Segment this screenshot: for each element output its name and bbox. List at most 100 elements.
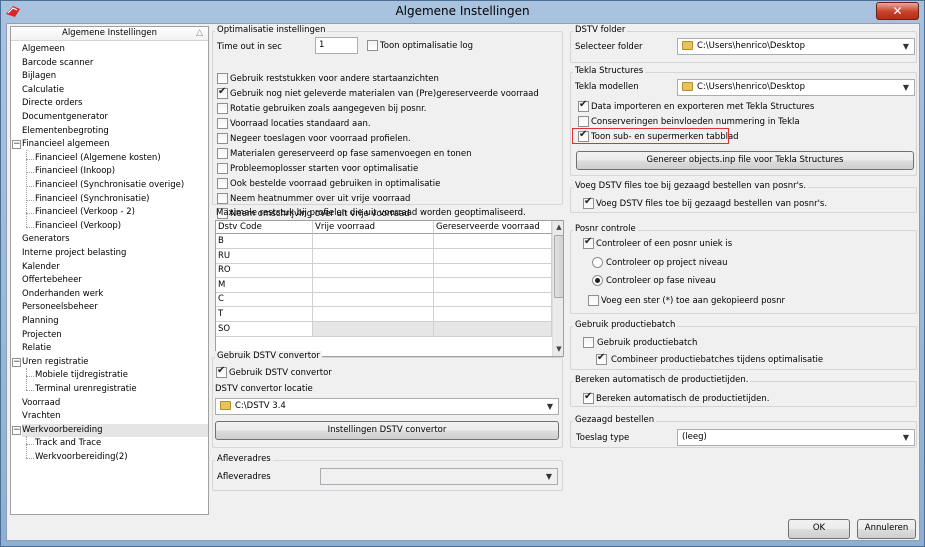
grid-value-cell[interactable]	[434, 263, 552, 279]
tree-item[interactable]: Barcode scanner	[22, 57, 93, 70]
tree-item[interactable]: Mobiele tijdregistratie	[35, 369, 128, 382]
grid-value-cell[interactable]	[434, 292, 552, 308]
grid-value-cell[interactable]	[313, 307, 434, 322]
scroll-down-icon[interactable]: ▼	[553, 343, 563, 356]
phase-level-radio[interactable]	[592, 275, 603, 286]
tree-item[interactable]: Elementenbegroting	[22, 125, 109, 138]
tree-item[interactable]: Terminal urenregistratie	[35, 383, 137, 396]
option-label: Rotatie gebruiken zoals aangegeven bij p…	[230, 104, 427, 114]
collapse-icon[interactable]: −	[12, 425, 21, 435]
grid-value-cell[interactable]	[313, 248, 434, 264]
tree-item[interactable]: Track and Trace	[35, 437, 101, 450]
grid-column-header[interactable]: Gereserveerde voorraad	[434, 221, 552, 234]
option-checkbox[interactable]	[217, 86, 228, 99]
tree-item[interactable]: Werkvoorbereiding(2)	[35, 451, 128, 464]
option-checkbox[interactable]	[217, 148, 228, 159]
collapse-icon[interactable]: −	[12, 357, 21, 367]
tree-connector	[26, 444, 34, 446]
tree-item[interactable]: Financieel (Verkoop)	[35, 220, 121, 233]
grid-scrollbar[interactable]: ▲ ▼	[552, 221, 563, 356]
tree-item[interactable]: Financieel (Inkoop)	[35, 165, 115, 178]
tree-item[interactable]: Interne project belasting	[22, 247, 126, 260]
voeg-dstv-checkbox[interactable]	[583, 196, 594, 209]
option-label: Gebruik reststukken voor andere startaan…	[230, 74, 439, 84]
use-dstv-checkbox[interactable]	[216, 365, 227, 378]
option-checkbox[interactable]	[217, 103, 228, 114]
settings-tree[interactable]: Algemene Instellingen △ Algemeen Barcode s…	[10, 26, 209, 515]
tree-item[interactable]: Relatie	[22, 342, 51, 355]
production-time-checkbox[interactable]	[583, 391, 594, 404]
tree-item[interactable]: Calculatie	[22, 84, 64, 97]
grid-value-cell[interactable]	[313, 234, 434, 249]
tree-header[interactable]: Algemene Instellingen △	[11, 27, 208, 41]
dstv-settings-button[interactable]: Instellingen DSTV convertor	[215, 421, 559, 440]
ok-button[interactable]: OK	[788, 519, 850, 539]
grid-value-cell[interactable]	[313, 277, 434, 293]
tekla-checkbox[interactable]	[578, 99, 589, 112]
tree-item[interactable]: Generators	[22, 233, 70, 246]
tree-item[interactable]: Financieel (Synchronisatie overige)	[35, 179, 184, 192]
option-checkbox[interactable]	[217, 163, 228, 174]
add-star-checkbox[interactable]	[588, 295, 599, 306]
option-checkbox[interactable]	[217, 118, 228, 129]
tree-item[interactable]: Directe orders	[22, 97, 82, 110]
tree-item[interactable]: Vrachten	[22, 410, 61, 423]
title-bar: Algemene Instellingen ✕	[1, 1, 924, 23]
log-checkbox[interactable]	[367, 40, 378, 51]
dstv-location-label: DSTV convertor locatie	[215, 384, 313, 394]
close-button[interactable]: ✕	[876, 2, 919, 20]
dstv-location-combo[interactable]: C:\DSTV 3.4 ▼	[215, 398, 559, 415]
collapse-icon[interactable]: −	[12, 140, 21, 150]
tree-item[interactable]: Projecten	[22, 329, 62, 342]
tree-item[interactable]: Bijlagen	[22, 70, 56, 83]
dstv-folder-combo[interactable]: C:\Users\henrico\Desktop ▼	[677, 38, 915, 55]
tree-item[interactable]: Kalender	[22, 261, 60, 274]
timeout-input[interactable]: 1	[315, 37, 358, 54]
option-checkbox[interactable]	[217, 73, 228, 84]
grid-value-cell[interactable]	[313, 263, 434, 279]
scroll-up-icon[interactable]: ▲	[553, 221, 563, 234]
tree-item[interactable]: Financieel (Synchronisatie)	[35, 193, 150, 206]
tree-item[interactable]: Werkvoorbereiding	[22, 423, 208, 437]
tree-item[interactable]: Financieel (Verkoop - 2)	[35, 206, 135, 219]
grid-value-cell[interactable]	[313, 321, 434, 337]
tekla-models-combo[interactable]: C:\Users\henrico\Desktop ▼	[677, 79, 915, 96]
tree-item[interactable]: Voorraad	[22, 397, 60, 410]
tree-item[interactable]: Offertebeheer	[22, 274, 82, 287]
cancel-button[interactable]: Annuleren	[857, 519, 916, 539]
tree-connector	[26, 158, 34, 160]
combine-batch-checkbox[interactable]	[596, 352, 607, 365]
option-checkbox[interactable]	[217, 193, 228, 204]
tree-item[interactable]: Personeelsbeheer	[22, 301, 98, 314]
option-checkbox[interactable]	[217, 133, 228, 144]
option-checkbox[interactable]	[217, 178, 228, 189]
reststuk-grid[interactable]: Dstv Code Vrije voorraad Gereserveerde voo…	[215, 220, 564, 357]
grid-value-cell[interactable]	[434, 234, 552, 249]
tree-item[interactable]: Uren registratie	[22, 356, 89, 369]
generate-objects-button[interactable]: Genereer objects.inp file voor Tekla Str…	[576, 151, 914, 170]
grid-column-header[interactable]: Dstv Code	[216, 221, 313, 234]
grid-value-cell[interactable]	[434, 321, 552, 337]
tree-item[interactable]: Financieel algemeen	[22, 138, 110, 151]
use-batch-checkbox[interactable]	[583, 337, 594, 348]
grid-column-header[interactable]: Vrije voorraad	[313, 221, 434, 234]
chevron-down-icon: ▼	[902, 433, 910, 442]
grid-value-cell[interactable]	[434, 307, 552, 322]
tree-item[interactable]: Documentgenerator	[22, 111, 108, 124]
grid-value-cell[interactable]	[434, 277, 552, 293]
tree-item[interactable]: Onderhanden werk	[22, 288, 103, 301]
project-level-radio[interactable]	[592, 257, 603, 268]
grid-value-cell[interactable]	[434, 248, 552, 264]
scroll-thumb[interactable]	[554, 235, 563, 298]
tree-item[interactable]: Planning	[22, 315, 59, 328]
tekla-checkbox[interactable]	[578, 116, 589, 127]
chevron-down-icon: ▼	[902, 42, 910, 51]
posnr-unique-checkbox[interactable]	[583, 236, 594, 249]
afleveradres-combo[interactable]: ▼	[320, 468, 558, 485]
grid-code-cell: SO	[216, 321, 313, 337]
tree-item[interactable]: Algemeen	[22, 43, 65, 56]
folder-icon	[682, 82, 693, 91]
surcharge-type-combo[interactable]: (leeg) ▼	[677, 429, 915, 446]
tree-item[interactable]: Financieel (Algemene kosten)	[35, 152, 161, 165]
grid-value-cell[interactable]	[313, 292, 434, 308]
